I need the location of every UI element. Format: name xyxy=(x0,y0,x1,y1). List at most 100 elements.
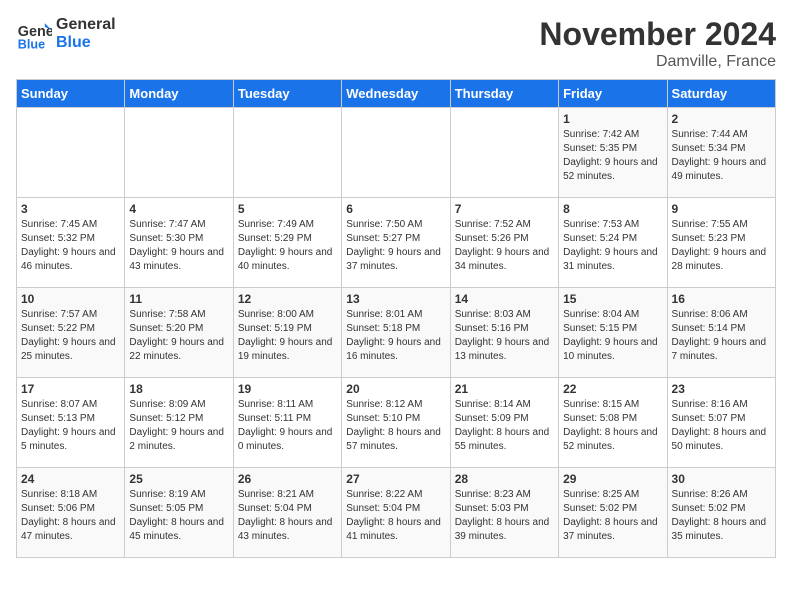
calendar-cell: 24Sunrise: 8:18 AM Sunset: 5:06 PM Dayli… xyxy=(17,468,125,558)
day-number: 4 xyxy=(129,202,228,216)
day-info: Sunrise: 7:50 AM Sunset: 5:27 PM Dayligh… xyxy=(346,218,445,274)
day-number: 1 xyxy=(563,112,662,126)
day-number: 25 xyxy=(129,472,228,486)
calendar-cell: 12Sunrise: 8:00 AM Sunset: 5:19 PM Dayli… xyxy=(233,288,341,378)
day-info: Sunrise: 7:49 AM Sunset: 5:29 PM Dayligh… xyxy=(238,218,337,274)
calendar-cell: 13 Sunrise: 8:01 AM Sunset: 5:18 PM Dayli… xyxy=(342,288,450,378)
calendar-cell: 30Sunrise: 8:26 AM Sunset: 5:02 PM Dayli… xyxy=(667,468,775,558)
day-number: 17 xyxy=(21,382,120,396)
day-number: 24 xyxy=(21,472,120,486)
day-number: 10 xyxy=(21,292,120,306)
header-sunday: Sunday xyxy=(17,80,125,108)
calendar-cell: 23Sunrise: 8:16 AM Sunset: 5:07 PM Dayli… xyxy=(667,378,775,468)
day-number: 14 xyxy=(455,292,554,306)
logo-icon: General Blue xyxy=(16,16,52,52)
calendar-cell: 28 Sunrise: 8:23 AM Sunset: 5:03 PM Dayli… xyxy=(450,468,558,558)
calendar-cell: 25Sunrise: 8:19 AM Sunset: 5:05 PM Dayli… xyxy=(125,468,233,558)
calendar-cell: 1 Sunrise: 7:42 AM Sunset: 5:35 PM Daylig… xyxy=(559,108,667,198)
page-header: General Blue General Blue November 2024 … xyxy=(16,16,776,71)
calendar-cell: 6 Sunrise: 7:50 AM Sunset: 5:27 PM Daylig… xyxy=(342,198,450,288)
calendar-header-row: SundayMondayTuesdayWednesdayThursdayFrid… xyxy=(17,80,776,108)
header-friday: Friday xyxy=(559,80,667,108)
day-number: 7 xyxy=(455,202,554,216)
day-info: Sunrise: 7:52 AM Sunset: 5:26 PM Dayligh… xyxy=(455,218,554,274)
header-saturday: Saturday xyxy=(667,80,775,108)
calendar-cell: 5 Sunrise: 7:49 AM Sunset: 5:29 PM Daylig… xyxy=(233,198,341,288)
day-number: 28 xyxy=(455,472,554,486)
day-number: 5 xyxy=(238,202,337,216)
day-info: Sunrise: 8:23 AM Sunset: 5:03 PM Dayligh… xyxy=(455,488,554,544)
day-number: 30 xyxy=(672,472,771,486)
calendar-cell: 20 Sunrise: 8:12 AM Sunset: 5:10 PM Dayli… xyxy=(342,378,450,468)
day-info: Sunrise: 7:57 AM Sunset: 5:22 PM Dayligh… xyxy=(21,308,120,364)
day-number: 2 xyxy=(672,112,771,126)
header-wednesday: Wednesday xyxy=(342,80,450,108)
logo: General Blue General Blue xyxy=(16,16,116,52)
calendar-cell xyxy=(233,108,341,198)
calendar-cell: 29 Sunrise: 8:25 AM Sunset: 5:02 PM Dayli… xyxy=(559,468,667,558)
calendar-week-row: 10 Sunrise: 7:57 AM Sunset: 5:22 PM Dayli… xyxy=(17,288,776,378)
day-info: Sunrise: 8:07 AM Sunset: 5:13 PM Dayligh… xyxy=(21,398,120,454)
day-info: Sunrise: 8:03 AM Sunset: 5:16 PM Dayligh… xyxy=(455,308,554,364)
day-info: Sunrise: 7:45 AM Sunset: 5:32 PM Dayligh… xyxy=(21,218,120,274)
day-info: Sunrise: 8:21 AM Sunset: 5:04 PM Dayligh… xyxy=(238,488,337,544)
day-number: 15 xyxy=(563,292,662,306)
calendar-cell: 21 Sunrise: 8:14 AM Sunset: 5:09 PM Dayli… xyxy=(450,378,558,468)
day-info: Sunrise: 7:42 AM Sunset: 5:35 PM Dayligh… xyxy=(563,128,662,184)
day-number: 9 xyxy=(672,202,771,216)
calendar-cell: 15Sunrise: 8:04 AM Sunset: 5:15 PM Dayli… xyxy=(559,288,667,378)
day-number: 8 xyxy=(563,202,662,216)
calendar-cell xyxy=(342,108,450,198)
day-info: Sunrise: 8:01 AM Sunset: 5:18 PM Dayligh… xyxy=(346,308,445,364)
day-info: Sunrise: 7:44 AM Sunset: 5:34 PM Dayligh… xyxy=(672,128,771,184)
logo-blue: Blue xyxy=(56,34,116,52)
calendar-cell: 26 Sunrise: 8:21 AM Sunset: 5:04 PM Dayli… xyxy=(233,468,341,558)
month-title: November 2024 xyxy=(539,16,776,53)
day-info: Sunrise: 7:58 AM Sunset: 5:20 PM Dayligh… xyxy=(129,308,228,364)
day-info: Sunrise: 8:25 AM Sunset: 5:02 PM Dayligh… xyxy=(563,488,662,544)
day-number: 18 xyxy=(129,382,228,396)
day-number: 6 xyxy=(346,202,445,216)
day-number: 29 xyxy=(563,472,662,486)
calendar-week-row: 17 Sunrise: 8:07 AM Sunset: 5:13 PM Dayli… xyxy=(17,378,776,468)
day-info: Sunrise: 8:12 AM Sunset: 5:10 PM Dayligh… xyxy=(346,398,445,454)
day-number: 3 xyxy=(21,202,120,216)
location: Damville, France xyxy=(539,53,776,71)
day-info: Sunrise: 8:09 AM Sunset: 5:12 PM Dayligh… xyxy=(129,398,228,454)
day-info: Sunrise: 8:16 AM Sunset: 5:07 PM Dayligh… xyxy=(672,398,771,454)
day-number: 26 xyxy=(238,472,337,486)
day-number: 12 xyxy=(238,292,337,306)
calendar-cell: 18 Sunrise: 8:09 AM Sunset: 5:12 PM Dayli… xyxy=(125,378,233,468)
day-info: Sunrise: 7:55 AM Sunset: 5:23 PM Dayligh… xyxy=(672,218,771,274)
calendar-cell: 4Sunrise: 7:47 AM Sunset: 5:30 PM Daylig… xyxy=(125,198,233,288)
day-info: Sunrise: 8:11 AM Sunset: 5:11 PM Dayligh… xyxy=(238,398,337,454)
header-thursday: Thursday xyxy=(450,80,558,108)
calendar-cell: 3 Sunrise: 7:45 AM Sunset: 5:32 PM Daylig… xyxy=(17,198,125,288)
calendar-cell: 19Sunrise: 8:11 AM Sunset: 5:11 PM Dayli… xyxy=(233,378,341,468)
header-tuesday: Tuesday xyxy=(233,80,341,108)
day-number: 27 xyxy=(346,472,445,486)
svg-text:Blue: Blue xyxy=(18,37,45,51)
calendar-table: SundayMondayTuesdayWednesdayThursdayFrid… xyxy=(16,79,776,558)
calendar-cell xyxy=(450,108,558,198)
calendar-week-row: 1 Sunrise: 7:42 AM Sunset: 5:35 PM Daylig… xyxy=(17,108,776,198)
day-info: Sunrise: 8:14 AM Sunset: 5:09 PM Dayligh… xyxy=(455,398,554,454)
day-number: 22 xyxy=(563,382,662,396)
title-block: November 2024 Damville, France xyxy=(539,16,776,71)
day-number: 13 xyxy=(346,292,445,306)
day-number: 20 xyxy=(346,382,445,396)
calendar-cell: 16Sunrise: 8:06 AM Sunset: 5:14 PM Dayli… xyxy=(667,288,775,378)
calendar-cell: 11 Sunrise: 7:58 AM Sunset: 5:20 PM Dayli… xyxy=(125,288,233,378)
day-info: Sunrise: 8:15 AM Sunset: 5:08 PM Dayligh… xyxy=(563,398,662,454)
calendar-cell: 2 Sunrise: 7:44 AM Sunset: 5:34 PM Daylig… xyxy=(667,108,775,198)
day-number: 16 xyxy=(672,292,771,306)
day-number: 11 xyxy=(129,292,228,306)
calendar-cell: 7 Sunrise: 7:52 AM Sunset: 5:26 PM Daylig… xyxy=(450,198,558,288)
day-number: 21 xyxy=(455,382,554,396)
calendar-cell: 27Sunrise: 8:22 AM Sunset: 5:04 PM Dayli… xyxy=(342,468,450,558)
calendar-cell: 8 Sunrise: 7:53 AM Sunset: 5:24 PM Daylig… xyxy=(559,198,667,288)
calendar-cell: 17 Sunrise: 8:07 AM Sunset: 5:13 PM Dayli… xyxy=(17,378,125,468)
calendar-cell xyxy=(17,108,125,198)
day-info: Sunrise: 7:53 AM Sunset: 5:24 PM Dayligh… xyxy=(563,218,662,274)
calendar-cell: 22 Sunrise: 8:15 AM Sunset: 5:08 PM Dayli… xyxy=(559,378,667,468)
